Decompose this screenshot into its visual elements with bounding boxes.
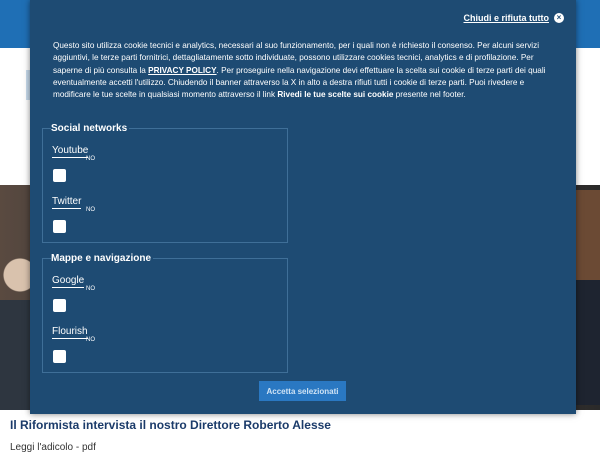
service-google: Google NO bbox=[52, 270, 95, 292]
cookie-intro-text: Questo sito utilizza cookie tecnici e an… bbox=[53, 40, 548, 101]
logo-fragment bbox=[0, 60, 30, 110]
group-title-social: Social networks bbox=[51, 123, 130, 134]
privacy-policy-link[interactable]: PRIVACY POLICY bbox=[148, 66, 216, 75]
checkbox-flourish[interactable] bbox=[53, 350, 66, 363]
service-state-google: NO bbox=[86, 286, 95, 292]
group-social-networks: Social networks Youtube NO Twitter NO bbox=[42, 123, 288, 243]
article-pdf-link[interactable]: Leggi l'adicolo - pdf bbox=[10, 442, 96, 453]
hero-photo-person-right bbox=[574, 190, 600, 405]
service-youtube: Youtube NO bbox=[52, 140, 95, 162]
close-reject-label[interactable]: Chiudi e rifiuta tutto bbox=[464, 13, 550, 23]
service-flourish: Flourish NO bbox=[52, 321, 95, 343]
service-twitter: Twitter NO bbox=[52, 191, 95, 213]
service-state-youtube: NO bbox=[86, 156, 95, 162]
hero-photo-person bbox=[0, 245, 34, 410]
accept-selected-button[interactable]: Accetta selezionati bbox=[259, 381, 346, 401]
service-name-google: Google bbox=[52, 275, 85, 288]
cookie-banner: Chiudi e rifiuta tutto × Questo sito uti… bbox=[30, 0, 576, 414]
close-reject-all-button[interactable]: Chiudi e rifiuta tutto × bbox=[464, 13, 564, 23]
group-maps-navigation: Mappe e navigazione Google NO Flourish N… bbox=[42, 253, 288, 373]
group-title-maps: Mappe e navigazione bbox=[51, 253, 154, 264]
checkbox-twitter[interactable] bbox=[53, 220, 66, 233]
checkbox-google[interactable] bbox=[53, 299, 66, 312]
service-state-flourish: NO bbox=[86, 337, 95, 343]
service-name-youtube: Youtube bbox=[52, 145, 89, 158]
service-name-flourish: Flourish bbox=[52, 326, 88, 339]
service-state-twitter: NO bbox=[86, 207, 95, 213]
checkbox-youtube[interactable] bbox=[53, 169, 66, 182]
service-name-twitter: Twitter bbox=[52, 196, 82, 209]
article-headline[interactable]: Il Riformista intervista il nostro Diret… bbox=[10, 418, 331, 432]
close-icon[interactable]: × bbox=[554, 13, 564, 23]
review-choices-link[interactable]: Rivedi le tue scelte sui cookie bbox=[277, 90, 393, 99]
intro-text-3: presente nel footer. bbox=[393, 90, 466, 100]
